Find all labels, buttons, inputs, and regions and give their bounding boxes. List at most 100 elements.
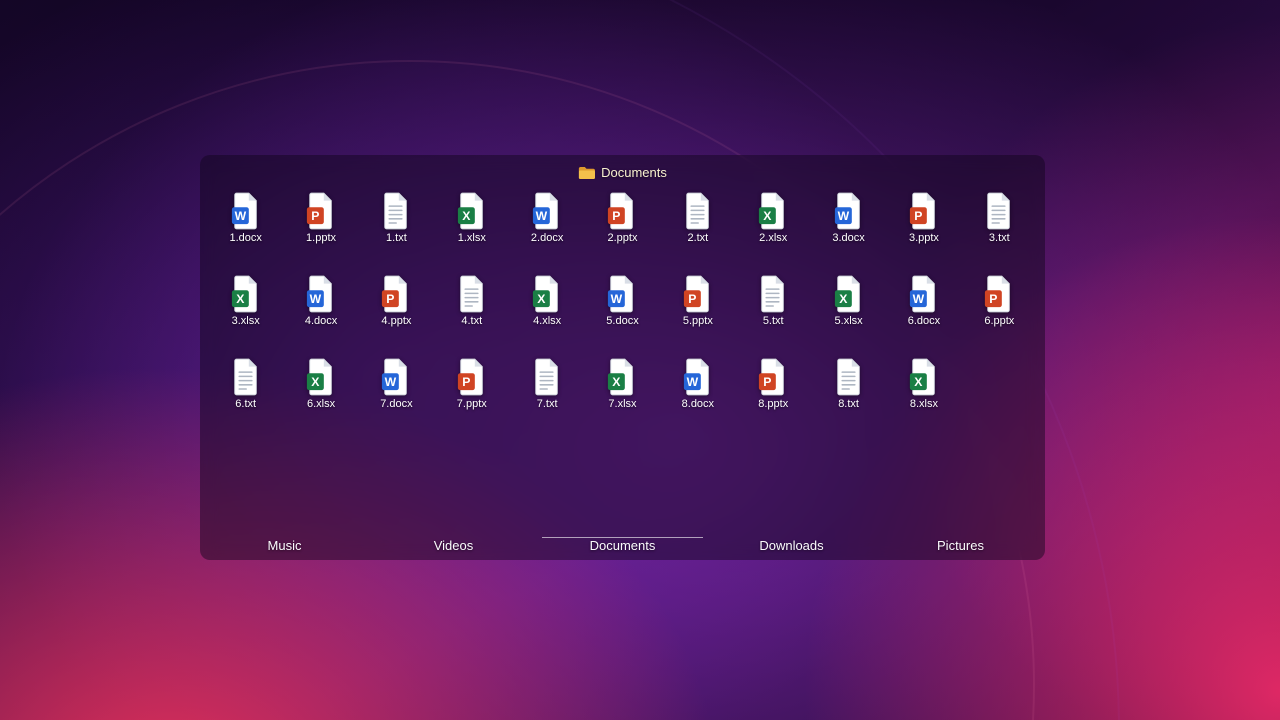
file-name-label: 1.docx bbox=[229, 232, 261, 245]
file-item-8-txt[interactable]: 8.txt bbox=[811, 349, 886, 432]
folder-header: Documents bbox=[200, 155, 1045, 183]
folder-title: Documents bbox=[601, 165, 667, 180]
text-file-icon bbox=[531, 358, 563, 396]
svg-text:P: P bbox=[990, 292, 998, 306]
powerpoint-file-icon: P bbox=[682, 275, 714, 313]
file-name-label: 8.docx bbox=[682, 398, 714, 411]
file-item-8-xlsx[interactable]: X8.xlsx bbox=[886, 349, 961, 432]
file-name-label: 4.pptx bbox=[381, 315, 411, 328]
tab-downloads[interactable]: Downloads bbox=[707, 526, 876, 560]
powerpoint-file-icon: P bbox=[305, 192, 337, 230]
svg-text:W: W bbox=[913, 292, 925, 306]
svg-text:P: P bbox=[688, 292, 696, 306]
word-file-icon: W bbox=[908, 275, 940, 313]
file-name-label: 3.pptx bbox=[909, 232, 939, 245]
file-item-8-pptx[interactable]: P 8.pptx bbox=[736, 349, 811, 432]
excel-file-icon: X bbox=[833, 275, 865, 313]
svg-text:X: X bbox=[236, 292, 245, 306]
powerpoint-file-icon: P bbox=[908, 192, 940, 230]
svg-text:P: P bbox=[914, 209, 922, 223]
file-name-label: 7.xlsx bbox=[608, 398, 636, 411]
powerpoint-file-icon: P bbox=[757, 358, 789, 396]
file-name-label: 4.docx bbox=[305, 315, 337, 328]
file-item-2-docx[interactable]: W 2.docx bbox=[509, 183, 584, 266]
file-item-6-txt[interactable]: 6.txt bbox=[208, 349, 283, 432]
file-name-label: 3.txt bbox=[989, 232, 1010, 245]
text-file-icon bbox=[380, 192, 412, 230]
tab-music[interactable]: Music bbox=[200, 526, 369, 560]
file-name-label: 8.pptx bbox=[758, 398, 788, 411]
text-file-icon bbox=[682, 192, 714, 230]
file-item-4-docx[interactable]: W 4.docx bbox=[283, 266, 358, 349]
powerpoint-file-icon: P bbox=[380, 275, 412, 313]
svg-text:P: P bbox=[311, 209, 319, 223]
tab-videos[interactable]: Videos bbox=[369, 526, 538, 560]
file-item-2-txt[interactable]: 2.txt bbox=[660, 183, 735, 266]
file-item-3-docx[interactable]: W3.docx bbox=[811, 183, 886, 266]
file-name-label: 4.txt bbox=[461, 315, 482, 328]
file-grid: W1.docxP1.pptx1.txtX1.xlsxW2.docxP2.pptx… bbox=[200, 183, 1045, 432]
text-file-icon bbox=[456, 275, 488, 313]
file-item-4-txt[interactable]: 4.txt bbox=[434, 266, 509, 349]
file-name-label: 1.xlsx bbox=[458, 232, 486, 245]
file-name-label: 2.docx bbox=[531, 232, 563, 245]
svg-text:P: P bbox=[462, 375, 470, 389]
excel-file-icon: X bbox=[305, 358, 337, 396]
file-item-1-xlsx[interactable]: X1.xlsx bbox=[434, 183, 509, 266]
tab-label: Documents bbox=[590, 538, 656, 553]
file-item-4-pptx[interactable]: P 4.pptx bbox=[359, 266, 434, 349]
file-item-3-xlsx[interactable]: X3.xlsx bbox=[208, 266, 283, 349]
text-file-icon bbox=[833, 358, 865, 396]
file-name-label: 5.txt bbox=[763, 315, 784, 328]
file-item-5-docx[interactable]: W 5.docx bbox=[585, 266, 660, 349]
file-browser-panel: Documents W1.docxP1.pptx1.txtX1.xlsxW2.d… bbox=[200, 155, 1045, 560]
file-name-label: 5.docx bbox=[606, 315, 638, 328]
file-name-label: 6.txt bbox=[235, 398, 256, 411]
excel-file-icon: X bbox=[757, 192, 789, 230]
powerpoint-file-icon: P bbox=[456, 358, 488, 396]
file-item-2-pptx[interactable]: P2.pptx bbox=[585, 183, 660, 266]
file-item-3-pptx[interactable]: P 3.pptx bbox=[886, 183, 961, 266]
tab-bar: Music Videos Documents Downloads Pictures bbox=[200, 526, 1045, 560]
file-item-7-docx[interactable]: W7.docx bbox=[359, 349, 434, 432]
file-item-3-txt[interactable]: 3.txt bbox=[962, 183, 1037, 266]
word-file-icon: W bbox=[606, 275, 638, 313]
tab-pictures[interactable]: Pictures bbox=[876, 526, 1045, 560]
svg-text:W: W bbox=[686, 375, 698, 389]
file-item-5-txt[interactable]: 5.txt bbox=[736, 266, 811, 349]
file-item-7-pptx[interactable]: P7.pptx bbox=[434, 349, 509, 432]
text-file-icon bbox=[757, 275, 789, 313]
file-item-5-pptx[interactable]: P5.pptx bbox=[660, 266, 735, 349]
tab-label: Videos bbox=[434, 538, 474, 553]
file-item-8-docx[interactable]: W 8.docx bbox=[660, 349, 735, 432]
svg-text:W: W bbox=[310, 292, 322, 306]
file-item-4-xlsx[interactable]: X4.xlsx bbox=[509, 266, 584, 349]
svg-text:W: W bbox=[536, 209, 548, 223]
text-file-icon bbox=[230, 358, 262, 396]
tab-label: Downloads bbox=[759, 538, 823, 553]
file-item-7-xlsx[interactable]: X 7.xlsx bbox=[585, 349, 660, 432]
file-item-6-docx[interactable]: W6.docx bbox=[886, 266, 961, 349]
svg-text:W: W bbox=[234, 209, 246, 223]
file-item-7-txt[interactable]: 7.txt bbox=[509, 349, 584, 432]
file-name-label: 1.txt bbox=[386, 232, 407, 245]
svg-text:X: X bbox=[613, 375, 622, 389]
text-file-icon bbox=[983, 192, 1015, 230]
file-item-6-xlsx[interactable]: X 6.xlsx bbox=[283, 349, 358, 432]
file-name-label: 6.xlsx bbox=[307, 398, 335, 411]
file-item-1-pptx[interactable]: P 1.pptx bbox=[283, 183, 358, 266]
file-item-2-xlsx[interactable]: X2.xlsx bbox=[736, 183, 811, 266]
file-name-label: 1.pptx bbox=[306, 232, 336, 245]
tab-documents[interactable]: Documents bbox=[538, 526, 707, 560]
excel-file-icon: X bbox=[531, 275, 563, 313]
powerpoint-file-icon: P bbox=[606, 192, 638, 230]
file-item-1-txt[interactable]: 1.txt bbox=[359, 183, 434, 266]
file-item-5-xlsx[interactable]: X5.xlsx bbox=[811, 266, 886, 349]
svg-text:X: X bbox=[311, 375, 320, 389]
powerpoint-file-icon: P bbox=[983, 275, 1015, 313]
excel-file-icon: X bbox=[908, 358, 940, 396]
svg-text:P: P bbox=[613, 209, 621, 223]
file-item-6-pptx[interactable]: P6.pptx bbox=[962, 266, 1037, 349]
word-file-icon: W bbox=[305, 275, 337, 313]
file-item-1-docx[interactable]: W 1.docx bbox=[208, 183, 283, 266]
